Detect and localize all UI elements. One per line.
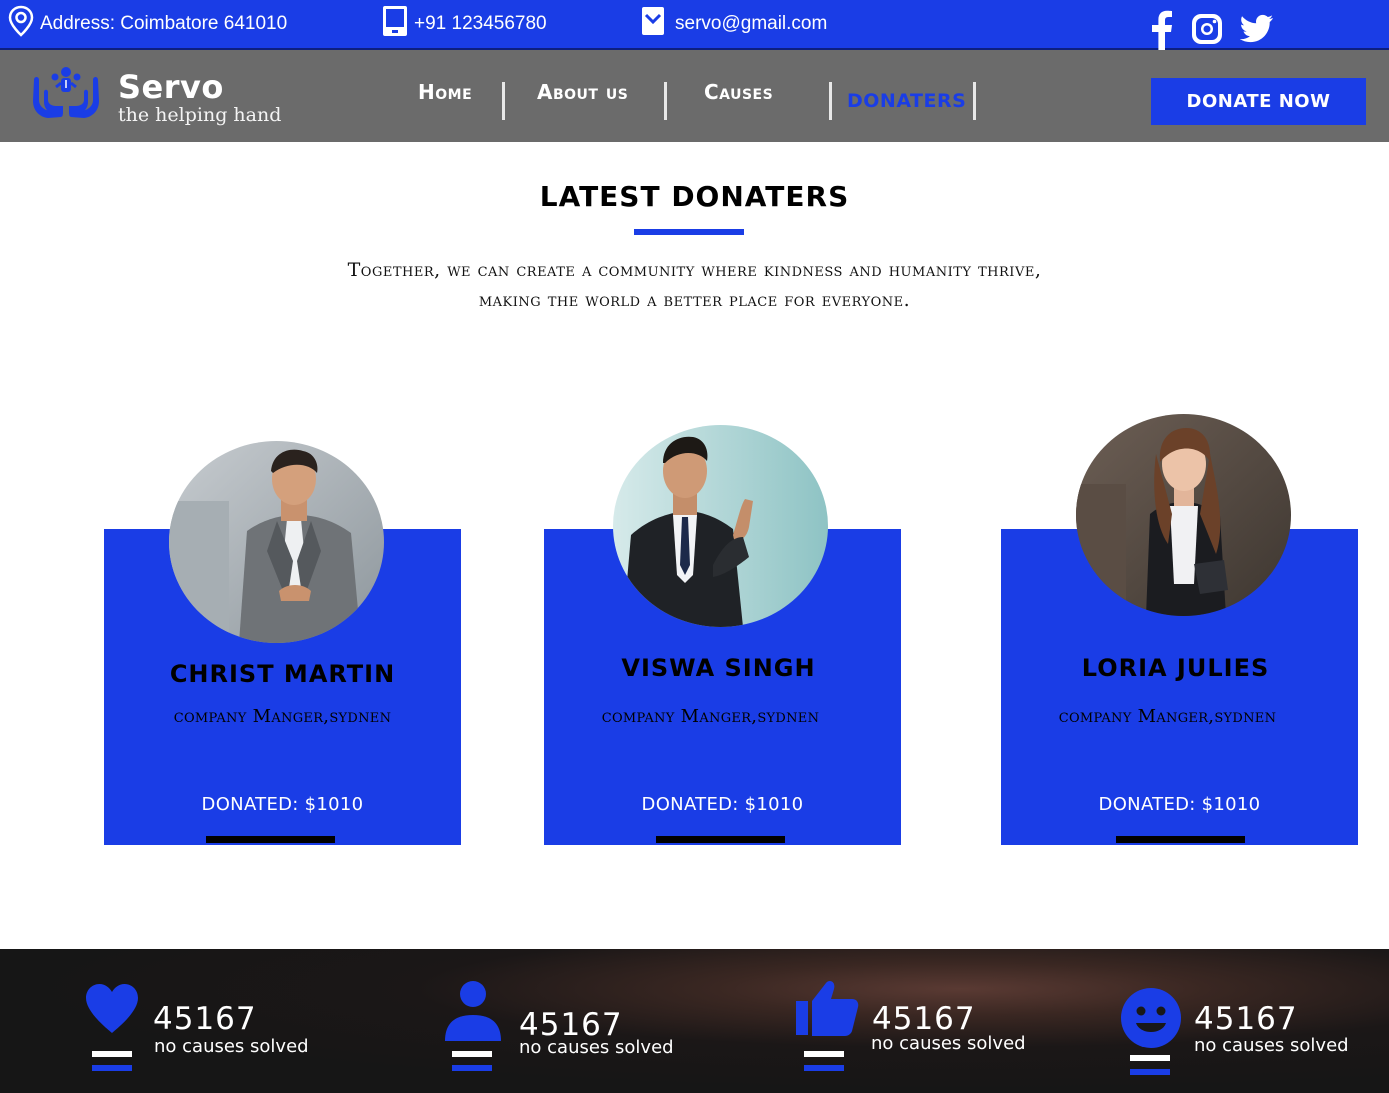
brand-text: Servo the helping hand — [118, 70, 281, 126]
card-accent-bar — [656, 836, 785, 843]
donor-amount: DONATED: $1010 — [1098, 794, 1261, 815]
stat-value: 45167 — [1194, 1001, 1298, 1037]
subtitle-line-1: Together, we can create a community wher… — [347, 259, 1042, 281]
nav-divider — [502, 82, 505, 120]
donor-avatar — [169, 441, 384, 643]
donate-now-button[interactable]: DONATE NOW — [1151, 78, 1366, 125]
stat-value: 45167 — [153, 1001, 257, 1037]
donor-role: company Manger,sydnen — [601, 706, 820, 727]
donor-avatar — [613, 425, 828, 627]
donor-name: LORIA JULIES — [1081, 654, 1270, 682]
instagram-icon[interactable] — [1190, 12, 1224, 46]
mail-icon — [641, 6, 671, 42]
title-underline — [634, 229, 744, 235]
person-icon — [443, 979, 503, 1047]
location-pin-icon — [8, 5, 40, 43]
donor-amount: DONATED: $1010 — [641, 794, 804, 815]
helping-hands-logo-icon — [30, 66, 102, 130]
donor-role: company Manger,sydnen — [1058, 706, 1277, 727]
stat-label: no causes solved — [871, 1033, 1026, 1054]
address-info: Address: Coimbatore 641010 — [8, 0, 287, 48]
donor-role: company Manger,sydnen — [173, 706, 392, 727]
smiley-icon — [1120, 987, 1182, 1053]
stat-lines — [452, 1051, 492, 1079]
stat-label: no causes solved — [154, 1036, 309, 1057]
thumbs-up-icon — [796, 979, 860, 1041]
section-subtitle: Together, we can create a community wher… — [200, 255, 1189, 315]
nav-causes[interactable]: Causes — [704, 80, 773, 104]
nav-divider — [664, 82, 667, 120]
stat-label: no causes solved — [519, 1037, 674, 1058]
email-text: servo@gmail.com — [675, 13, 828, 34]
nav-home[interactable]: Home — [418, 80, 472, 104]
donor-amount: DONATED: $1010 — [201, 794, 364, 815]
heart-icon — [84, 983, 140, 1039]
phone-icon — [382, 5, 414, 43]
card-accent-bar — [1116, 836, 1245, 843]
nav-donaters[interactable]: DONATERS — [847, 90, 966, 112]
nav-divider — [829, 82, 832, 120]
stats-section: 45167 no causes solved 45167 no causes s… — [0, 949, 1389, 1093]
donor-name: CHRIST MARTIN — [169, 660, 396, 688]
facebook-icon[interactable] — [1148, 8, 1174, 50]
nav-about-us[interactable]: About us — [537, 80, 628, 104]
stat-lines — [1130, 1055, 1170, 1083]
address-text: Address: Coimbatore 641010 — [40, 13, 288, 34]
stat-value: 45167 — [872, 1001, 976, 1037]
phone-info[interactable]: +91 123456780 — [382, 0, 547, 48]
stat-lines — [804, 1051, 844, 1079]
subtitle-line-2: making the world a better place for ever… — [478, 289, 911, 311]
brand-name: Servo — [118, 68, 224, 106]
social-links — [1148, 8, 1274, 50]
top-info-bar: Address: Coimbatore 641010 +91 123456780… — [0, 0, 1389, 50]
twitter-icon[interactable] — [1240, 14, 1274, 44]
stat-label: no causes solved — [1194, 1035, 1349, 1056]
donor-avatar — [1076, 414, 1291, 616]
stat-lines — [92, 1051, 132, 1079]
donor-name: VISWA SINGH — [621, 654, 816, 682]
brand-logo[interactable]: Servo the helping hand — [30, 66, 281, 130]
phone-text: +91 123456780 — [414, 13, 547, 34]
email-info[interactable]: servo@gmail.com — [641, 0, 827, 48]
card-accent-bar — [206, 836, 335, 843]
brand-tagline: the helping hand — [118, 104, 282, 126]
main-navbar: Servo the helping hand Home About us Cau… — [0, 50, 1389, 142]
nav-divider — [973, 82, 976, 120]
section-title: LATEST DONATERS — [539, 180, 850, 213]
